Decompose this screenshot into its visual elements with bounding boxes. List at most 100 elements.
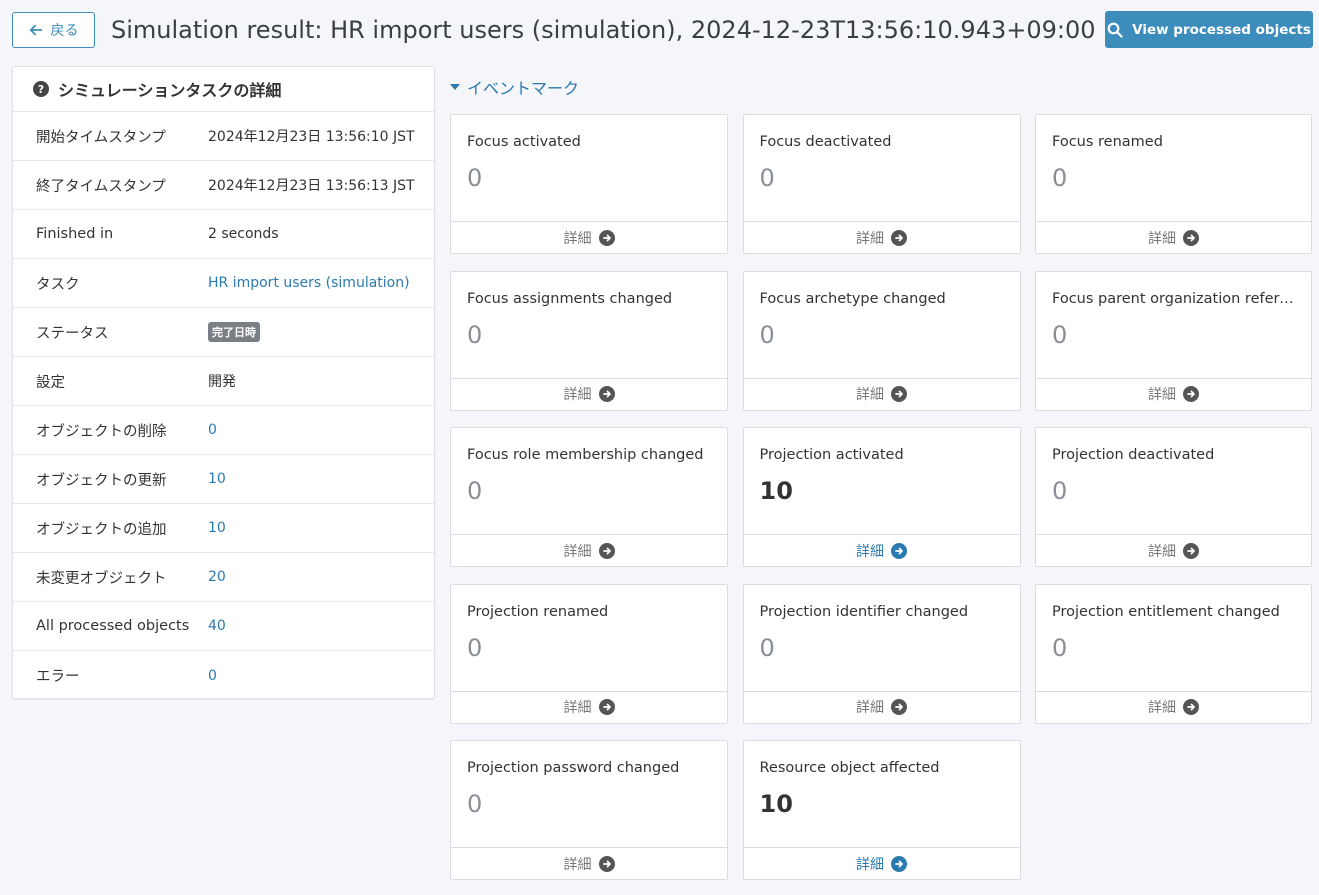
event-marks-toggle[interactable]: イベントマーク bbox=[450, 75, 579, 99]
event-mark-card: Projection entitlement changed 0 詳細 bbox=[1035, 583, 1312, 724]
detail-row-configuration: 設定 開発 bbox=[13, 357, 434, 406]
detail-label: All processed objects bbox=[36, 618, 190, 634]
back-button[interactable]: 戻る bbox=[12, 12, 95, 48]
detail-value: 2 seconds bbox=[208, 226, 279, 242]
card-details-link[interactable]: 詳細 bbox=[451, 847, 727, 879]
card-details-link[interactable]: 詳細 bbox=[1036, 690, 1311, 723]
arrow-circle-right-icon bbox=[598, 542, 615, 559]
card-value: 0 bbox=[1052, 477, 1068, 505]
card-details-link[interactable]: 詳細 bbox=[743, 847, 1020, 879]
event-mark-cards-grid: Focus activated 0 詳細 Focus deactivated 0 詳細 Fo… bbox=[450, 114, 1312, 880]
objects-modified-link[interactable]: 10 bbox=[208, 471, 226, 487]
task-link[interactable]: HR import users (simulation) bbox=[208, 275, 410, 291]
card-value: 0 bbox=[467, 477, 483, 505]
unchanged-objects-link[interactable]: 20 bbox=[208, 569, 226, 585]
card-body: Focus role membership changed 0 bbox=[451, 428, 727, 534]
arrow-circle-right-icon bbox=[891, 855, 907, 872]
arrow-circle-right-icon bbox=[598, 699, 615, 715]
detail-row-all-processed-objects: All processed objects 40 bbox=[13, 602, 434, 651]
event-mark-card: Focus activated 0 詳細 bbox=[450, 114, 728, 254]
card-details-label: 詳細 bbox=[856, 543, 884, 560]
card-details-label: 詳細 bbox=[1148, 543, 1176, 560]
detail-row-task: タスク HR import users (simulation) bbox=[13, 259, 434, 308]
card-body: Focus deactivated 0 bbox=[744, 115, 1020, 221]
back-button-label: 戻る bbox=[50, 23, 79, 39]
arrow-circle-right-icon bbox=[891, 542, 907, 559]
detail-label: タスク bbox=[36, 276, 80, 293]
errors-link[interactable]: 0 bbox=[208, 668, 217, 684]
detail-row-objects-modified: オブジェクトの更新 10 bbox=[13, 455, 434, 504]
card-title: Projection entitlement changed bbox=[1052, 603, 1280, 620]
card-value: 0 bbox=[759, 320, 775, 349]
view-processed-objects-label: View processed objects bbox=[1132, 21, 1311, 38]
card-body: Projection deactivated 0 bbox=[1036, 428, 1311, 534]
event-mark-card: Resource object affected 10 詳細 bbox=[742, 740, 1021, 880]
detail-value: 2024年12月23日 13:56:13 JST bbox=[208, 178, 415, 194]
detail-label: オブジェクトの更新 bbox=[36, 472, 167, 489]
card-details-link[interactable]: 詳細 bbox=[1036, 377, 1311, 410]
card-details-label: 詳細 bbox=[563, 230, 592, 247]
card-body: Projection password changed 0 bbox=[451, 741, 727, 847]
detail-label: エラー bbox=[36, 669, 80, 685]
card-details-link[interactable]: 詳細 bbox=[1036, 221, 1311, 253]
event-mark-card: Focus role membership changed 0 詳細 bbox=[450, 427, 728, 567]
all-processed-objects-link[interactable]: 40 bbox=[208, 618, 226, 634]
status-badge: 完了日時 bbox=[208, 322, 260, 342]
detail-row-objects-added: オブジェクトの追加 10 bbox=[13, 504, 434, 553]
card-details-link[interactable]: 詳細 bbox=[743, 377, 1020, 410]
card-body: Focus parent organization referen… 0 bbox=[1036, 272, 1311, 378]
card-details-link[interactable]: 詳細 bbox=[1036, 534, 1311, 566]
event-mark-card: Projection deactivated 0 詳細 bbox=[1035, 427, 1312, 567]
event-marks-title: イベントマーク bbox=[467, 79, 580, 98]
card-details-link[interactable]: 詳細 bbox=[451, 221, 727, 253]
event-mark-card: Focus assignments changed 0 詳細 bbox=[450, 270, 728, 411]
card-value: 10 bbox=[759, 790, 793, 818]
detail-row-finished-in: Finished in 2 seconds bbox=[13, 210, 434, 259]
card-details-link[interactable]: 詳細 bbox=[743, 221, 1020, 253]
card-details-label: 詳細 bbox=[856, 230, 884, 247]
question-icon[interactable]: ? bbox=[33, 81, 49, 97]
detail-label: ステータス bbox=[36, 325, 109, 342]
card-details-link[interactable]: 詳細 bbox=[451, 690, 727, 723]
objects-added-link[interactable]: 10 bbox=[208, 520, 226, 536]
simulation-task-details-panel: ? シミュレーションタスクの詳細 開始タイムスタンプ 2024年12月23日 1… bbox=[12, 66, 435, 699]
card-body: Projection renamed 0 bbox=[451, 585, 727, 691]
card-value: 0 bbox=[1052, 320, 1068, 349]
card-title: Focus role membership changed bbox=[467, 447, 704, 463]
card-title: Focus archetype changed bbox=[759, 290, 946, 307]
card-title: Projection activated bbox=[759, 447, 904, 463]
card-body: Projection entitlement changed 0 bbox=[1036, 585, 1311, 691]
detail-row-end-timestamp: 終了タイムスタンプ 2024年12月23日 13:56:13 JST bbox=[13, 161, 434, 210]
card-details-label: 詳細 bbox=[563, 700, 592, 716]
card-details-link[interactable]: 詳細 bbox=[451, 534, 727, 566]
detail-label: 開始タイムスタンプ bbox=[36, 129, 166, 146]
card-title: Projection deactivated bbox=[1052, 447, 1215, 463]
search-icon bbox=[1107, 22, 1123, 38]
detail-value: 開発 bbox=[208, 374, 236, 390]
card-body: Focus renamed 0 bbox=[1036, 115, 1311, 221]
card-title: Resource object affected bbox=[759, 760, 940, 776]
card-value: 0 bbox=[1052, 164, 1068, 192]
arrow-circle-right-icon bbox=[891, 386, 907, 402]
card-title: Projection identifier changed bbox=[759, 603, 969, 620]
detail-value: 2024年12月23日 13:56:10 JST bbox=[208, 129, 415, 145]
card-title: Focus activated bbox=[467, 134, 581, 150]
card-details-link[interactable]: 詳細 bbox=[451, 377, 727, 410]
arrow-circle-right-icon bbox=[598, 855, 615, 872]
arrow-circle-right-icon bbox=[598, 386, 615, 402]
arrow-left-icon bbox=[29, 24, 42, 36]
card-details-label: 詳細 bbox=[1148, 387, 1176, 403]
detail-row-start-timestamp: 開始タイムスタンプ 2024年12月23日 13:56:10 JST bbox=[13, 112, 434, 161]
objects-deleted-link[interactable]: 0 bbox=[208, 422, 217, 438]
event-mark-card: Focus archetype changed 0 詳細 bbox=[742, 270, 1021, 411]
card-details-link[interactable]: 詳細 bbox=[743, 690, 1020, 723]
view-processed-objects-button[interactable]: View processed objects bbox=[1105, 11, 1313, 48]
card-details-label: 詳細 bbox=[1148, 230, 1176, 247]
detail-label: 終了タイムスタンプ bbox=[36, 178, 166, 195]
card-details-link[interactable]: 詳細 bbox=[743, 534, 1020, 566]
detail-label: オブジェクトの削除 bbox=[36, 423, 167, 440]
card-title: Projection password changed bbox=[467, 760, 680, 776]
card-value: 0 bbox=[467, 633, 483, 662]
panel-title: シミュレーションタスクの詳細 bbox=[58, 81, 282, 100]
caret-down-icon bbox=[450, 84, 460, 90]
